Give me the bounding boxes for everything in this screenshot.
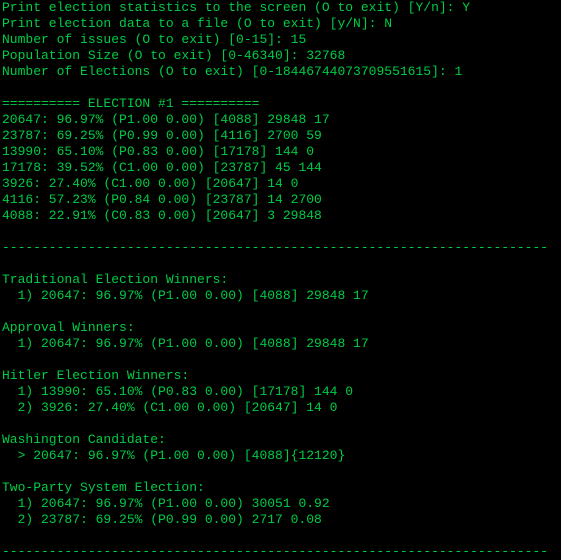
election-header: ========== ELECTION #1 ==========: [2, 96, 559, 112]
blank-line: [2, 528, 559, 544]
blank-line: [2, 80, 559, 96]
result-row: 20647: 96.97% (P1.00 0.00) [4088] 29848 …: [2, 112, 559, 128]
section-title: Hitler Election Winners:: [2, 368, 559, 384]
result-row: 17178: 39.52% (C1.00 0.00) [23787] 45 14…: [2, 160, 559, 176]
result-row: 13990: 65.10% (P0.83 0.00) [17178] 144 0: [2, 144, 559, 160]
winner-row: 1) 20647: 96.97% (P1.00 0.00) 30051 0.92: [2, 496, 559, 512]
section-title: Two-Party System Election:: [2, 480, 559, 496]
divider-line: ----------------------------------------…: [2, 240, 559, 256]
winner-row: 1) 20647: 96.97% (P1.00 0.00) [4088] 298…: [2, 288, 559, 304]
result-row: 4116: 57.23% (P0.84 0.00) [23787] 14 270…: [2, 192, 559, 208]
blank-line: [2, 416, 559, 432]
prompt-issues: Number of issues (O to exit) [0-15]: 15: [2, 32, 559, 48]
winner-row: 1) 20647: 96.97% (P1.00 0.00) [4088] 298…: [2, 336, 559, 352]
section-title: Traditional Election Winners:: [2, 272, 559, 288]
blank-line: [2, 224, 559, 240]
blank-line: [2, 304, 559, 320]
prompt-population: Population Size (O to exit) [0-46340]: 3…: [2, 48, 559, 64]
winner-row: 2) 3926: 27.40% (C1.00 0.00) [20647] 14 …: [2, 400, 559, 416]
result-row: 3926: 27.40% (C1.00 0.00) [20647] 14 0: [2, 176, 559, 192]
winner-row: 1) 13990: 65.10% (P0.83 0.00) [17178] 14…: [2, 384, 559, 400]
section-title: Approval Winners:: [2, 320, 559, 336]
prompt-stats: Print election statistics to the screen …: [2, 0, 559, 16]
winner-row: 2) 23787: 69.25% (P0.99 0.00) 2717 0.08: [2, 512, 559, 528]
section-title: Washington Candidate:: [2, 432, 559, 448]
winner-row: > 20647: 96.97% (P1.00 0.00) [4088]{1212…: [2, 448, 559, 464]
blank-line: [2, 352, 559, 368]
result-row: 4088: 22.91% (C0.83 0.00) [20647] 3 2984…: [2, 208, 559, 224]
prompt-elections: Number of Elections (O to exit) [0-18446…: [2, 64, 559, 80]
prompt-file: Print election data to a file (O to exit…: [2, 16, 559, 32]
terminal-output: Print election statistics to the screen …: [0, 0, 561, 560]
blank-line: [2, 256, 559, 272]
blank-line: [2, 464, 559, 480]
divider-line: ----------------------------------------…: [2, 544, 559, 560]
result-row: 23787: 69.25% (P0.99 0.00) [4116] 2700 5…: [2, 128, 559, 144]
